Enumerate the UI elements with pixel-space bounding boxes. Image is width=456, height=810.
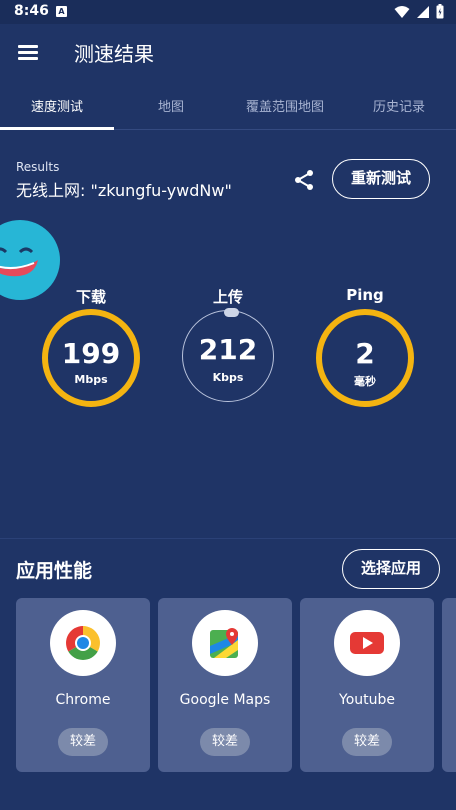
app-icon-container — [334, 610, 400, 676]
performance-title: 应用性能 — [16, 560, 93, 582]
download-gauge: 199 Mbps — [42, 309, 140, 407]
upload-label: 上传 — [212, 288, 243, 306]
signal-icon — [417, 5, 429, 18]
download-value: 199 — [61, 337, 121, 370]
youtube-icon — [350, 632, 384, 654]
app-name: Google Maps — [179, 692, 271, 708]
ping-gauge: 2 毫秒 — [316, 309, 414, 407]
ping-unit: 毫秒 — [354, 375, 376, 388]
ping-label: Ping — [346, 286, 384, 304]
app-card-google-maps[interactable]: Google Maps 较差 — [158, 598, 292, 772]
ping-value: 2 — [355, 337, 375, 370]
share-icon[interactable] — [292, 168, 316, 192]
page-title: 测速结果 — [74, 42, 154, 66]
notification-app-icon: A — [56, 6, 67, 17]
download-unit: Mbps — [74, 373, 108, 386]
app-card-partial[interactable] — [442, 598, 456, 772]
upload-metric: 上传 — [178, 286, 278, 307]
app-card-youtube[interactable]: Youtube 较差 — [300, 598, 434, 772]
ping-metric: Ping — [315, 286, 415, 304]
app-name: Chrome — [55, 692, 111, 708]
results-label: Results — [16, 160, 60, 174]
tab-map[interactable]: 地图 — [114, 96, 228, 115]
app-status-badge: 较差 — [342, 728, 392, 756]
google-maps-icon — [210, 628, 238, 658]
app-status-badge: 较差 — [58, 728, 108, 756]
download-metric: 下载 — [41, 286, 141, 307]
menu-icon[interactable] — [16, 40, 40, 64]
tab-bar: 速度测试 地图 覆盖范围地图 历史记录 — [0, 80, 456, 130]
tab-speed-test[interactable]: 速度测试 — [0, 96, 114, 115]
tab-history[interactable]: 历史记录 — [342, 96, 456, 115]
upload-unit: Kbps — [212, 371, 244, 384]
battery-icon — [436, 4, 444, 19]
upload-gauge-knob — [224, 308, 239, 317]
chrome-icon — [66, 626, 100, 660]
status-time: 8:46 — [14, 3, 49, 19]
download-label: 下载 — [75, 288, 106, 306]
choose-app-button[interactable]: 选择应用 — [342, 549, 440, 589]
upload-value: 212 — [198, 333, 258, 366]
section-divider — [0, 538, 456, 539]
retest-button[interactable]: 重新测试 — [332, 159, 430, 199]
app-icon-container — [192, 610, 258, 676]
app-status-badge: 较差 — [200, 728, 250, 756]
network-name: 无线上网: "zkungfu-ywdNw" — [16, 181, 232, 200]
tab-indicator — [0, 127, 114, 130]
app-icon-container — [50, 610, 116, 676]
upload-gauge: 212 Kbps — [182, 310, 274, 402]
status-bar: 8:46 A — [0, 0, 456, 24]
app-name: Youtube — [339, 692, 395, 708]
tab-coverage-map[interactable]: 覆盖范围地图 — [228, 96, 342, 115]
wifi-icon — [394, 5, 410, 18]
app-card-chrome[interactable]: Chrome 较差 — [16, 598, 150, 772]
app-bar: 测速结果 — [0, 24, 456, 80]
status-icons — [394, 4, 444, 19]
